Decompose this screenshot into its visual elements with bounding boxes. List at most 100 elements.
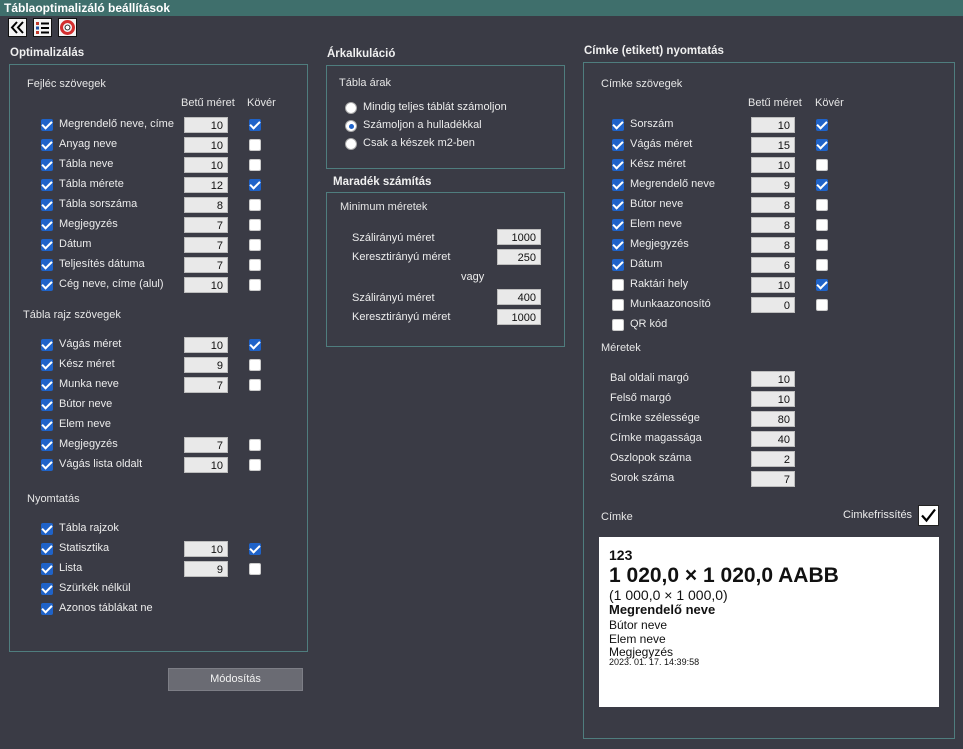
header-text-checkbox[interactable] <box>41 159 53 171</box>
drawing-text-font-size-input[interactable]: 10 <box>184 337 228 353</box>
label-text-checkbox[interactable] <box>612 279 624 291</box>
label-text-checkbox[interactable] <box>612 159 624 171</box>
printing-font-size-input[interactable]: 10 <box>184 541 228 557</box>
printing-checkbox[interactable] <box>41 563 53 575</box>
label-text-checkbox[interactable] <box>612 319 624 331</box>
label-text-font-size-input[interactable]: 10 <box>751 157 795 173</box>
header-text-checkbox[interactable] <box>41 259 53 271</box>
header-text-font-size-input[interactable]: 7 <box>184 257 228 273</box>
printing-checkbox[interactable] <box>41 543 53 555</box>
label-text-bold-checkbox[interactable] <box>816 139 828 151</box>
double-chevron-left-icon[interactable] <box>8 18 27 37</box>
drawing-text-checkbox[interactable] <box>41 339 53 351</box>
label-text-font-size-input[interactable]: 0 <box>751 297 795 313</box>
drawing-text-checkbox[interactable] <box>41 419 53 431</box>
drawing-text-bold-checkbox[interactable] <box>249 339 261 351</box>
header-text-checkbox[interactable] <box>41 179 53 191</box>
header-text-bold-checkbox[interactable] <box>249 279 261 291</box>
label-text-bold-checkbox[interactable] <box>816 199 828 211</box>
header-text-bold-checkbox[interactable] <box>249 259 261 271</box>
pricing-radio[interactable] <box>345 120 357 132</box>
label-text-font-size-input[interactable]: 8 <box>751 197 795 213</box>
label-text-bold-checkbox[interactable] <box>816 179 828 191</box>
printing-bold-checkbox[interactable] <box>249 543 261 555</box>
header-text-font-size-input[interactable]: 10 <box>184 137 228 153</box>
label-text-checkbox[interactable] <box>612 139 624 151</box>
cross-input-2[interactable]: 1000 <box>497 309 541 325</box>
header-text-checkbox[interactable] <box>41 119 53 131</box>
label-text-bold-checkbox[interactable] <box>816 239 828 251</box>
label-text-font-size-input[interactable]: 15 <box>751 137 795 153</box>
printing-checkbox[interactable] <box>41 603 53 615</box>
drawing-text-font-size-input[interactable]: 10 <box>184 457 228 473</box>
size-input[interactable]: 80 <box>751 411 795 427</box>
label-text-font-size-input[interactable]: 6 <box>751 257 795 273</box>
printing-checkbox[interactable] <box>41 583 53 595</box>
drawing-text-font-size-input[interactable]: 7 <box>184 437 228 453</box>
header-text-bold-checkbox[interactable] <box>249 139 261 151</box>
label-text-checkbox[interactable] <box>612 239 624 251</box>
label-text-font-size-input[interactable]: 10 <box>751 277 795 293</box>
cross-input-1[interactable]: 250 <box>497 249 541 265</box>
label-text-checkbox[interactable] <box>612 119 624 131</box>
label-text-checkbox[interactable] <box>612 299 624 311</box>
drawing-text-bold-checkbox[interactable] <box>249 379 261 391</box>
drawing-text-checkbox[interactable] <box>41 379 53 391</box>
label-text-checkbox[interactable] <box>612 199 624 211</box>
drawing-text-bold-checkbox[interactable] <box>249 459 261 471</box>
header-text-checkbox[interactable] <box>41 279 53 291</box>
size-input[interactable]: 2 <box>751 451 795 467</box>
size-input[interactable]: 7 <box>751 471 795 487</box>
printing-checkbox[interactable] <box>41 523 53 535</box>
label-text-font-size-input[interactable]: 8 <box>751 237 795 253</box>
drawing-text-checkbox[interactable] <box>41 459 53 471</box>
grain-input-2[interactable]: 400 <box>497 289 541 305</box>
label-text-checkbox[interactable] <box>612 219 624 231</box>
header-text-font-size-input[interactable]: 7 <box>184 237 228 253</box>
header-text-bold-checkbox[interactable] <box>249 159 261 171</box>
drawing-text-bold-checkbox[interactable] <box>249 439 261 451</box>
header-text-bold-checkbox[interactable] <box>249 179 261 191</box>
header-text-checkbox[interactable] <box>41 199 53 211</box>
label-text-font-size-input[interactable]: 9 <box>751 177 795 193</box>
label-text-bold-checkbox[interactable] <box>816 279 828 291</box>
help-ring-icon[interactable] <box>58 18 77 37</box>
pricing-radio[interactable] <box>345 138 357 150</box>
drawing-text-checkbox[interactable] <box>41 399 53 411</box>
header-text-font-size-input[interactable]: 10 <box>184 117 228 133</box>
grain-input-1[interactable]: 1000 <box>497 229 541 245</box>
label-text-bold-checkbox[interactable] <box>816 259 828 271</box>
label-text-checkbox[interactable] <box>612 259 624 271</box>
drawing-text-checkbox[interactable] <box>41 359 53 371</box>
drawing-text-font-size-input[interactable]: 7 <box>184 377 228 393</box>
header-text-font-size-input[interactable]: 7 <box>184 217 228 233</box>
drawing-text-font-size-input[interactable]: 9 <box>184 357 228 373</box>
header-text-bold-checkbox[interactable] <box>249 239 261 251</box>
header-text-checkbox[interactable] <box>41 139 53 151</box>
header-text-font-size-input[interactable]: 10 <box>184 157 228 173</box>
size-input[interactable]: 40 <box>751 431 795 447</box>
refresh-checkbox[interactable] <box>918 505 939 526</box>
list-icon[interactable] <box>33 18 52 37</box>
header-text-bold-checkbox[interactable] <box>249 119 261 131</box>
pricing-radio[interactable] <box>345 102 357 114</box>
label-text-bold-checkbox[interactable] <box>816 219 828 231</box>
header-text-checkbox[interactable] <box>41 219 53 231</box>
label-text-bold-checkbox[interactable] <box>816 159 828 171</box>
drawing-text-bold-checkbox[interactable] <box>249 359 261 371</box>
header-text-font-size-input[interactable]: 8 <box>184 197 228 213</box>
label-text-bold-checkbox[interactable] <box>816 119 828 131</box>
header-text-checkbox[interactable] <box>41 239 53 251</box>
label-text-font-size-input[interactable]: 10 <box>751 117 795 133</box>
label-text-checkbox[interactable] <box>612 179 624 191</box>
modify-button[interactable]: Módosítás <box>168 668 303 691</box>
printing-font-size-input[interactable]: 9 <box>184 561 228 577</box>
size-input[interactable]: 10 <box>751 391 795 407</box>
size-input[interactable]: 10 <box>751 371 795 387</box>
header-text-font-size-input[interactable]: 10 <box>184 277 228 293</box>
header-text-bold-checkbox[interactable] <box>249 199 261 211</box>
header-text-font-size-input[interactable]: 12 <box>184 177 228 193</box>
label-text-font-size-input[interactable]: 8 <box>751 217 795 233</box>
label-text-bold-checkbox[interactable] <box>816 299 828 311</box>
printing-bold-checkbox[interactable] <box>249 563 261 575</box>
